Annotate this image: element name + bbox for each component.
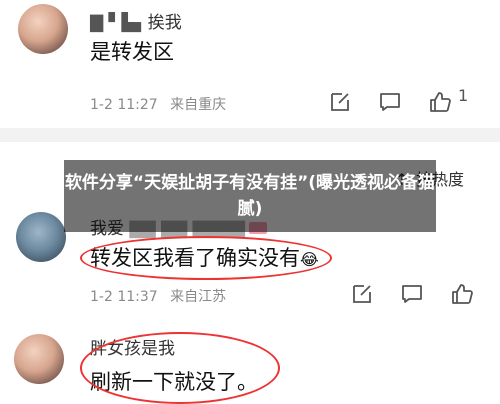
comment-timestamp: 1-2 11:27 xyxy=(90,97,158,113)
comment-item: ▇ ▘▙▖挨我 是转发区 1-2 11:27 来自重庆 1 xyxy=(0,0,500,130)
avatar[interactable] xyxy=(16,212,66,262)
comment-icon[interactable] xyxy=(378,90,402,114)
section-divider xyxy=(0,128,500,142)
annotation-circle xyxy=(80,332,280,404)
like-count: 1 xyxy=(458,86,469,105)
overlay-banner: 软件分享“天娱扯胡子有没有挂”(曝光透视必备猫腻) xyxy=(64,160,436,232)
like-icon[interactable] xyxy=(450,282,474,306)
comment-timestamp: 1-2 11:37 xyxy=(90,289,158,305)
comment-icon[interactable] xyxy=(400,282,424,306)
annotation-circle xyxy=(80,236,332,280)
comment-location: 来自江苏 xyxy=(170,289,227,305)
comment-meta: 1-2 11:37 来自江苏 xyxy=(90,286,226,306)
avatar[interactable] xyxy=(14,334,64,384)
avatar[interactable] xyxy=(18,4,68,54)
overlay-title: 软件分享“天娱扯胡子有没有挂”(曝光透视必备猫腻) xyxy=(64,173,436,219)
comment-actions: 1 xyxy=(328,86,468,114)
share-icon[interactable] xyxy=(350,282,374,306)
comment-meta: 1-2 11:27 来自重庆 xyxy=(90,94,226,114)
share-icon[interactable] xyxy=(328,90,352,114)
comment-actions xyxy=(350,282,474,306)
comment-username[interactable]: ▇ ▘▙▖挨我 xyxy=(90,8,182,33)
like-button[interactable]: 1 xyxy=(428,86,468,114)
comment-text: 是转发区 xyxy=(90,40,174,64)
like-icon[interactable] xyxy=(428,90,452,114)
comment-location: 来自重庆 xyxy=(170,97,227,113)
